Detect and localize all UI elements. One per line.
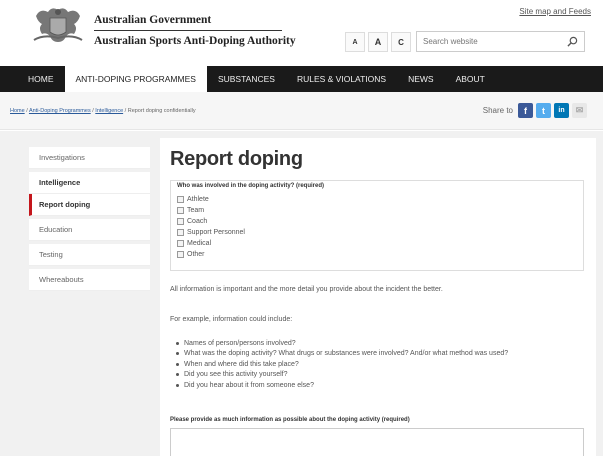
checkbox[interactable] — [177, 217, 184, 225]
nav-news[interactable]: NEWS — [397, 66, 445, 92]
list-item: Names of person/persons involved? — [176, 338, 508, 349]
intro-text: All information is important and the mor… — [170, 286, 443, 293]
government-title: Australian Government — [94, 14, 212, 26]
list-item-text: Names of person/persons involved? — [184, 339, 296, 347]
font-increase-button[interactable]: A — [368, 32, 388, 52]
list-item-text: Did you see this activity yourself? — [184, 371, 288, 379]
sidebar-item-testing[interactable]: Testing — [29, 244, 150, 266]
bullet-icon — [176, 373, 179, 377]
sidebar-item-education[interactable]: Education — [29, 219, 150, 241]
email-icon[interactable]: ✉ — [572, 103, 587, 118]
breadcrumb: Home / Anti-Doping Programmes / Intellig… — [10, 108, 196, 114]
breadcrumb-home[interactable]: Home — [10, 108, 25, 114]
agency-title[interactable]: Australian Sports Anti-Doping Authority — [94, 35, 296, 47]
list-item: What was the doping activity? What drugs… — [176, 349, 508, 360]
breadcrumb-current: Report doping confidentially — [127, 108, 196, 114]
sidebar-item-intelligence[interactable]: Intelligence — [29, 172, 150, 194]
breadcrumb-anti-doping-programmes[interactable]: Anti-Doping Programmes — [29, 108, 91, 114]
list-item-text: Did you hear about it from someone else? — [184, 381, 314, 389]
sitemap-link[interactable]: Site map and Feeds — [519, 7, 591, 16]
bullet-icon — [176, 383, 179, 387]
share-label: Share to — [482, 106, 513, 115]
list-item-text: When and where did this take place? — [184, 360, 299, 368]
sidebar-item-whereabouts[interactable]: Whereabouts — [29, 269, 150, 291]
option-label: Athlete — [187, 195, 209, 203]
activity-details-label: Please provide as much information as po… — [170, 417, 410, 423]
search-icon[interactable] — [567, 36, 578, 47]
option-label: Support Personnel — [187, 228, 245, 236]
list-item-text: What was the doping activity? What drugs… — [184, 350, 509, 358]
nav-substances[interactable]: SUBSTANCES — [207, 66, 286, 92]
example-lead-text: For example, information could include: — [170, 316, 293, 323]
involved-party-question: Who was involved in the doping activity?… — [177, 183, 325, 189]
bullet-icon — [176, 352, 179, 356]
search-box — [416, 31, 585, 52]
coat-of-arms-logo[interactable] — [30, 6, 86, 50]
option-coach[interactable]: Coach — [177, 216, 207, 226]
nav-anti-doping-programmes[interactable]: ANTI-DOPING PROGRAMMES — [64, 66, 207, 92]
search-input[interactable] — [417, 32, 557, 51]
font-size-controls: A A C — [345, 32, 411, 52]
share-bar: Share to f t in ✉ — [483, 103, 587, 118]
checkbox[interactable] — [177, 228, 184, 236]
breadcrumb-bar: Home / Anti-Doping Programmes / Intellig… — [0, 92, 603, 130]
sidebar-item-report-doping[interactable]: Report doping — [29, 194, 150, 216]
activity-details-textarea[interactable] — [170, 428, 584, 456]
nav-home[interactable]: HOME — [17, 66, 65, 92]
option-medical[interactable]: Medical — [177, 238, 211, 248]
contrast-button[interactable]: C — [391, 32, 411, 52]
breadcrumb-intelligence[interactable]: Intelligence — [95, 108, 123, 114]
checkbox[interactable] — [177, 239, 184, 247]
list-item: Did you see this activity yourself? — [176, 370, 508, 381]
nav-rules-violations[interactable]: RULES & VIOLATIONS — [286, 66, 397, 92]
bullet-icon — [176, 341, 179, 345]
option-team[interactable]: Team — [177, 205, 204, 215]
page-title: Report doping — [170, 148, 303, 170]
checkbox[interactable] — [177, 206, 184, 214]
sidebar-item-investigations[interactable]: Investigations — [29, 147, 150, 169]
sidebar-nav: Investigations Intelligence Report dopin… — [29, 147, 150, 291]
main-nav: HOME ANTI-DOPING PROGRAMMES SUBSTANCES R… — [0, 66, 603, 92]
site-header: Australian Government Australian Sports … — [0, 0, 603, 66]
involved-party-fieldset: Who was involved in the doping activity?… — [170, 180, 584, 271]
linkedin-icon[interactable]: in — [554, 103, 569, 118]
checkbox[interactable] — [177, 250, 184, 258]
option-label: Medical — [187, 239, 212, 247]
info-bullet-list: Names of person/persons involved? What w… — [176, 338, 508, 391]
option-athlete[interactable]: Athlete — [177, 194, 209, 204]
bullet-icon — [176, 362, 179, 366]
option-label: Coach — [187, 217, 208, 225]
nav-about[interactable]: ABOUT — [445, 66, 496, 92]
option-support-personnel[interactable]: Support Personnel — [177, 227, 245, 237]
checkbox[interactable] — [177, 195, 184, 203]
option-label: Other — [187, 250, 205, 258]
font-decrease-button[interactable]: A — [345, 32, 365, 52]
title-divider — [94, 30, 282, 31]
option-label: Team — [187, 206, 205, 214]
option-other[interactable]: Other — [177, 249, 205, 259]
facebook-icon[interactable]: f — [518, 103, 533, 118]
twitter-icon[interactable]: t — [536, 103, 551, 118]
list-item: Did you hear about it from someone else? — [176, 380, 508, 391]
list-item: When and where did this take place? — [176, 359, 508, 370]
